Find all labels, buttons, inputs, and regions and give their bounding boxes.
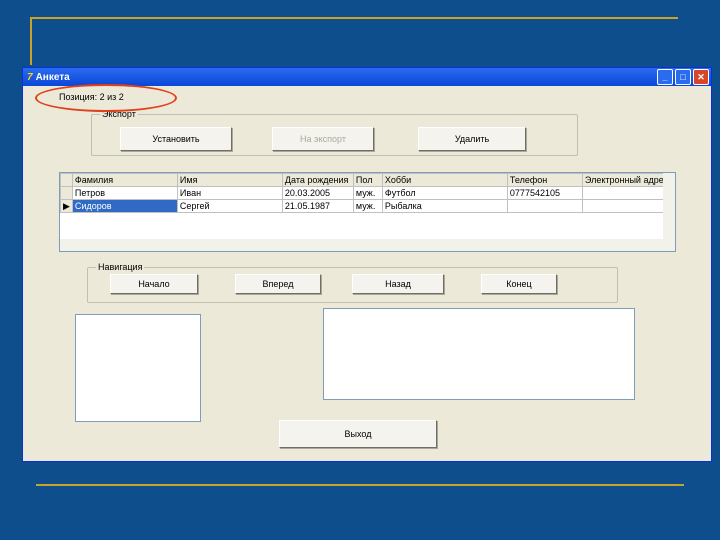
records-group: Экспорт Установить На экспорт Удалить xyxy=(91,109,578,156)
cell[interactable]: Иван xyxy=(176,186,283,200)
col-header[interactable]: Имя xyxy=(176,173,283,187)
delete-button[interactable]: Удалить xyxy=(418,127,526,151)
table-header: Фамилия Имя Дата рождения Пол Хобби Теле… xyxy=(60,173,672,187)
notes-memo[interactable] xyxy=(323,308,635,400)
window-title: Анкета xyxy=(35,71,70,83)
row-indicator-icon: ▶ xyxy=(60,199,73,213)
cell[interactable]: муж. xyxy=(352,199,383,213)
app-icon: 7 xyxy=(27,71,33,83)
cell[interactable]: Сидоров xyxy=(71,199,178,213)
cell[interactable]: 20.03.2005 xyxy=(281,186,354,200)
prev-button[interactable]: Назад xyxy=(352,274,444,294)
col-header[interactable]: Фамилия xyxy=(71,173,178,187)
navigation-group-label: Навигация xyxy=(96,262,145,272)
col-header[interactable]: Хобби xyxy=(381,173,508,187)
photo-box xyxy=(75,314,201,422)
slide-line-bottom xyxy=(36,484,684,486)
cell[interactable] xyxy=(581,186,672,200)
vertical-scrollbar[interactable] xyxy=(663,173,675,239)
slide-line-left xyxy=(30,17,32,65)
horizontal-scrollbar[interactable] xyxy=(60,239,675,251)
maximize-button[interactable]: □ xyxy=(675,69,691,85)
navigation-group: Навигация Начало Вперед Назад Конец xyxy=(87,262,618,303)
cell[interactable] xyxy=(581,199,672,213)
app-window: 7 Анкета _ □ ✕ Позиция: 2 из 2 Экспорт У… xyxy=(22,67,712,462)
set-button[interactable]: Установить xyxy=(120,127,232,151)
table-row-selected[interactable]: ▶ Сидоров Сергей 21.05.1987 муж. Рыбалка xyxy=(60,199,672,213)
cell[interactable]: Футбол xyxy=(381,186,508,200)
data-grid[interactable]: Фамилия Имя Дата рождения Пол Хобби Теле… xyxy=(59,172,676,252)
col-header[interactable]: Телефон xyxy=(506,173,583,187)
first-button[interactable]: Начало xyxy=(110,274,198,294)
last-button[interactable]: Конец xyxy=(481,274,557,294)
cell[interactable]: Петров xyxy=(71,186,178,200)
cell[interactable] xyxy=(506,199,583,213)
next-button[interactable]: Вперед xyxy=(235,274,321,294)
close-button[interactable]: ✕ xyxy=(693,69,709,85)
col-header[interactable]: Дата рождения xyxy=(281,173,354,187)
minimize-button[interactable]: _ xyxy=(657,69,673,85)
export-button[interactable]: На экспорт xyxy=(272,127,374,151)
cell[interactable]: муж. xyxy=(352,186,383,200)
title-bar: 7 Анкета _ □ ✕ xyxy=(23,68,711,86)
cell[interactable]: Рыбалка xyxy=(381,199,508,213)
highlight-oval xyxy=(35,84,177,112)
cell[interactable]: Сергей xyxy=(176,199,283,213)
col-header[interactable]: Электронный адрес xyxy=(581,173,672,187)
exit-button[interactable]: Выход xyxy=(279,420,437,448)
col-header[interactable]: Пол xyxy=(352,173,383,187)
cell[interactable]: 21.05.1987 xyxy=(281,199,354,213)
table-row[interactable]: Петров Иван 20.03.2005 муж. Футбол 07775… xyxy=(60,186,672,200)
cell[interactable]: 0777542105 xyxy=(506,186,583,200)
slide-line-top xyxy=(30,17,678,19)
